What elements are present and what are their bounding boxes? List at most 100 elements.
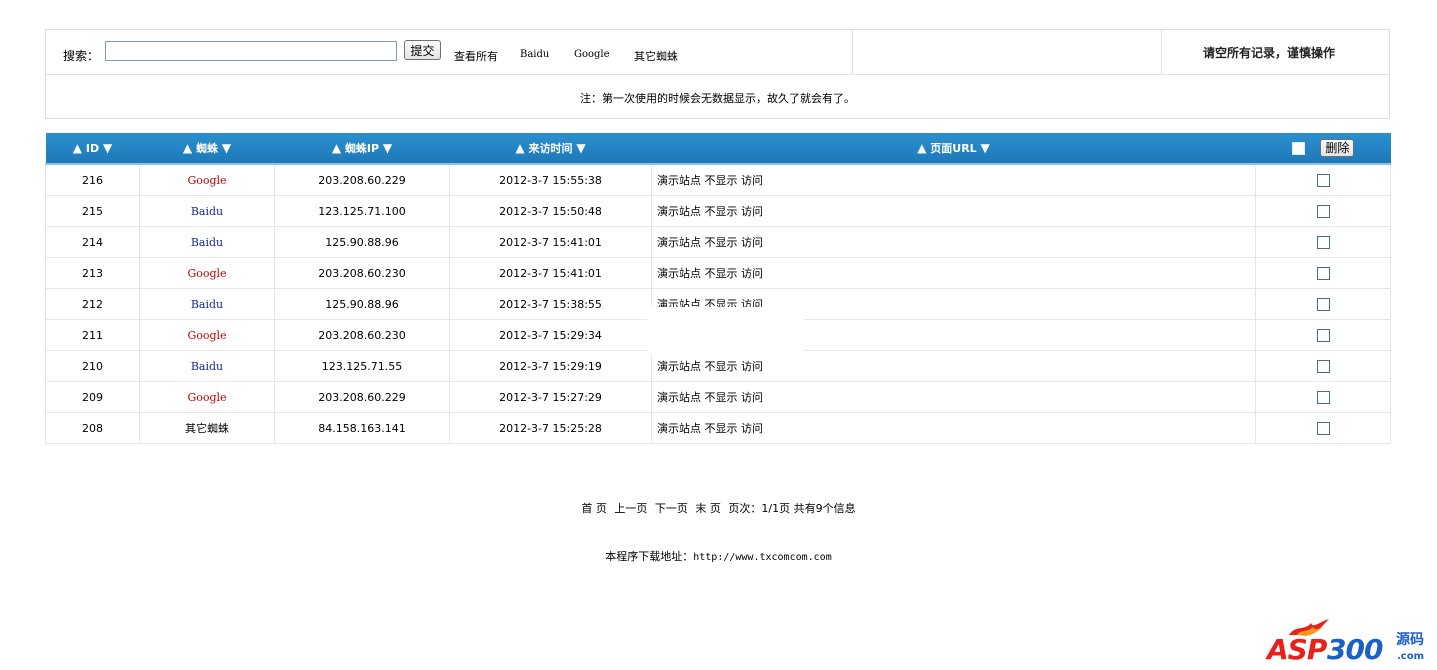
column-header-spider-ip: ▲ 蜘蛛IP ▼ (274, 133, 450, 165)
divider (852, 30, 853, 74)
table-row: 216 Google 203.208.60.229 2012-3-7 15:55:38… (45, 163, 1391, 196)
sort-desc-icon[interactable]: ▼ (103, 141, 112, 155)
row-checkbox[interactable] (1316, 266, 1330, 280)
download-footer: 本程序下载地址：http://www.txcomcom.com (0, 548, 1437, 564)
cell-select (1255, 319, 1391, 351)
brand-300-text: 300 (1327, 633, 1383, 666)
download-label: 本程序下载地址： (605, 550, 694, 563)
column-header-visit-time: ▲ 来访时间 ▼ (449, 133, 652, 165)
column-header-id: ▲ ID ▼ (45, 133, 140, 165)
cell-id: 213 (45, 257, 140, 289)
row-checkbox[interactable] (1316, 173, 1330, 187)
cell-select (1255, 257, 1391, 289)
prev-page-link[interactable]: 上一页 (614, 502, 647, 515)
divider (1161, 30, 1162, 74)
cell-page-url[interactable]: 演示站点 不显示 访问 (651, 381, 1256, 413)
cell-id: 208 (45, 412, 140, 444)
row-checkbox[interactable] (1316, 297, 1330, 311)
cell-select (1255, 195, 1391, 227)
sort-desc-icon[interactable]: ▼ (576, 141, 585, 155)
search-label: 搜索： (63, 49, 100, 63)
cell-visit-time: 2012-3-7 15:41:01 (449, 226, 652, 258)
cell-visit-time: 2012-3-7 15:41:01 (449, 257, 652, 289)
brand-asp-text: ASP (1267, 633, 1327, 666)
cell-spider: Baidu (139, 350, 275, 382)
sort-asc-icon[interactable]: ▲ (73, 141, 82, 155)
brand-com-text: .com (1397, 651, 1425, 662)
cell-ip: 123.125.71.55 (274, 350, 450, 382)
filter-google-link[interactable]: Google (574, 49, 610, 60)
cell-spider: Baidu (139, 195, 275, 227)
view-all-link[interactable]: 查看所有 (454, 48, 498, 64)
cell-select (1255, 350, 1391, 382)
page-info: 页次：1/1页 共有9个信息 (728, 502, 856, 515)
table-row: 213 Google 203.208.60.230 2012-3-7 15:41:01… (45, 257, 1391, 289)
render-gap (647, 307, 804, 355)
cell-page-url[interactable]: 演示站点 不显示 访问 (651, 226, 1256, 258)
cell-visit-time: 2012-3-7 15:55:38 (449, 163, 652, 196)
column-header-spider: ▲ 蜘蛛 ▼ (139, 133, 275, 165)
usage-note: 注：第一次使用的时候会无数据显示，故久了就会有了。 (580, 92, 855, 105)
sort-desc-icon[interactable]: ▼ (222, 141, 231, 155)
cell-id: 215 (45, 195, 140, 227)
row-checkbox[interactable] (1316, 235, 1330, 249)
records-table-wrap: ▲ ID ▼ ▲ 蜘蛛 ▼ ▲ 蜘蛛IP ▼ ▲ 来访时间 ▼ ▲ 页面URL … (45, 133, 1391, 444)
cell-page-url[interactable]: 演示站点 不显示 访问 (651, 412, 1256, 444)
row-checkbox[interactable] (1316, 421, 1330, 435)
cell-page-url[interactable]: 演示站点 不显示 访问 (651, 163, 1256, 196)
cell-visit-time: 2012-3-7 15:38:55 (449, 288, 652, 320)
cell-spider: Google (139, 257, 275, 289)
delete-button[interactable]: 删除 (1320, 139, 1355, 157)
column-label-spider: 蜘蛛 (196, 142, 218, 155)
table-row: 208 其它蜘蛛 84.158.163.141 2012-3-7 15:25:28 演示… (45, 412, 1391, 444)
filter-other-spider-link[interactable]: 其它蜘蛛 (634, 48, 678, 64)
submit-button[interactable]: 提交 (404, 40, 441, 60)
clear-all-records-link[interactable]: 请空所有记录，谨慎操作 (1203, 44, 1335, 61)
row-checkbox[interactable] (1316, 328, 1330, 342)
cell-ip: 125.90.88.96 (274, 288, 450, 320)
cell-spider: Baidu (139, 226, 275, 258)
sort-asc-icon[interactable]: ▲ (332, 141, 341, 155)
table-row: 214 Baidu 125.90.88.96 2012-3-7 15:41:01 演示站… (45, 226, 1391, 258)
search-input[interactable] (105, 41, 397, 61)
sort-desc-icon[interactable]: ▼ (383, 141, 392, 155)
cell-visit-time: 2012-3-7 15:50:48 (449, 195, 652, 227)
records-table: ▲ ID ▼ ▲ 蜘蛛 ▼ ▲ 蜘蛛IP ▼ ▲ 来访时间 ▼ ▲ 页面URL … (45, 133, 1391, 444)
cell-ip: 203.208.60.229 (274, 381, 450, 413)
pagination: 首 页 上一页 下一页 末 页 页次：1/1页 共有9个信息 (0, 500, 1437, 516)
table-row: 209 Google 203.208.60.229 2012-3-7 15:27:29… (45, 381, 1391, 413)
cell-spider: Google (139, 319, 275, 351)
column-label-spider-ip: 蜘蛛IP (344, 142, 380, 155)
cell-spider: Google (139, 381, 275, 413)
row-checkbox[interactable] (1316, 390, 1330, 404)
table-row: 210 Baidu 123.125.71.55 2012-3-7 15:29:19 演示… (45, 350, 1391, 382)
sort-asc-icon[interactable]: ▲ (917, 141, 926, 155)
first-page-link[interactable]: 首 页 (581, 502, 607, 515)
filter-baidu-link[interactable]: Baidu (520, 49, 549, 60)
cell-page-url[interactable]: 演示站点 不显示 访问 (651, 257, 1256, 289)
cell-ip: 203.208.60.230 (274, 319, 450, 351)
row-checkbox[interactable] (1316, 359, 1330, 373)
next-page-link[interactable]: 下一页 (655, 502, 688, 515)
cell-visit-time: 2012-3-7 15:29:19 (449, 350, 652, 382)
sort-desc-icon[interactable]: ▼ (981, 141, 990, 155)
cell-page-url[interactable]: 演示站点 不显示 访问 (651, 195, 1256, 227)
cell-id: 210 (45, 350, 140, 382)
column-header-page-url: ▲ 页面URL ▼ (651, 133, 1256, 165)
sort-asc-icon[interactable]: ▲ (183, 141, 192, 155)
download-url-link[interactable]: http://www.txcomcom.com (693, 552, 831, 563)
table-row: 215 Baidu 123.125.71.100 2012-3-7 15:50:48 演… (45, 195, 1391, 227)
sort-asc-icon[interactable]: ▲ (515, 141, 524, 155)
brand-logo: ASP 300 源码 .com (1265, 617, 1435, 669)
cell-ip: 125.90.88.96 (274, 226, 450, 258)
column-label-visit-time: 来访时间 (528, 142, 573, 155)
cell-select (1255, 226, 1391, 258)
table-body: 216 Google 203.208.60.229 2012-3-7 15:55:38… (45, 163, 1391, 444)
last-page-link[interactable]: 末 页 (695, 502, 721, 515)
cell-page-url[interactable]: 演示站点 不显示 访问 (651, 350, 1256, 382)
column-label-page-url: 页面URL (930, 142, 977, 155)
cell-spider: 其它蜘蛛 (139, 412, 275, 444)
select-all-checkbox[interactable] (1291, 141, 1305, 155)
table-header-row: ▲ ID ▼ ▲ 蜘蛛 ▼ ▲ 蜘蛛IP ▼ ▲ 来访时间 ▼ ▲ 页面URL … (45, 133, 1391, 165)
row-checkbox[interactable] (1316, 204, 1330, 218)
